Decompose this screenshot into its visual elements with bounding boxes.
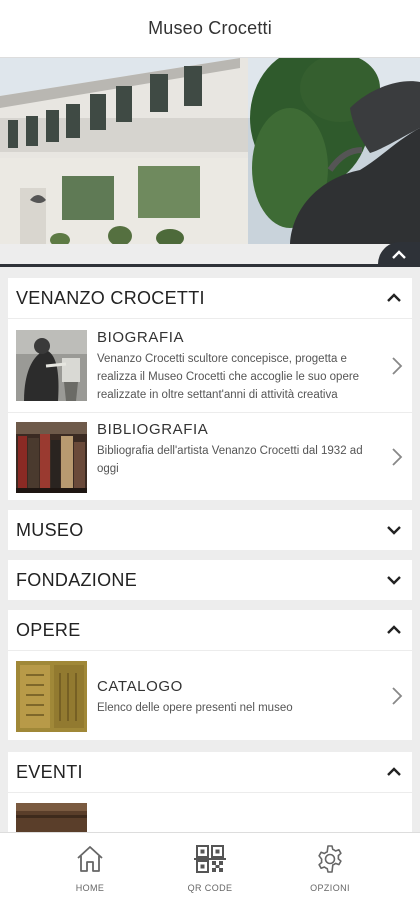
nav-label: QR CODE — [187, 883, 233, 893]
list-item-eventi[interactable] — [8, 792, 412, 832]
section-title: OPERE — [16, 619, 81, 640]
section-title: EVENTI — [16, 761, 83, 782]
bibliografia-text: BIBLIOGRAFIA Bibliografia dell'artista V… — [97, 421, 376, 478]
chevron-up-icon — [387, 625, 401, 634]
section-eventi: EVENTI — [8, 752, 412, 832]
chevron-down-icon — [387, 526, 401, 535]
section-title: FONDAZIONE — [16, 569, 138, 590]
section-header-opere[interactable]: OPERE — [8, 610, 412, 650]
chevron-up-icon — [387, 293, 401, 302]
section-venanzo-crocetti: VENANZO CROCETTI BIOGRAFIA Venanzo Croce… — [8, 278, 412, 500]
app-header: Museo Crocetti — [0, 0, 420, 58]
item-title: BIOGRAFIA — [97, 329, 185, 346]
section-opere: OPERE CATALOGO Elenco delle opere presen… — [8, 610, 412, 740]
content-list[interactable]: VENANZO CROCETTI BIOGRAFIA Venanzo Croce… — [0, 266, 420, 832]
chevron-right-icon — [392, 687, 403, 705]
chevron-up-icon — [392, 249, 406, 259]
section-title: VENANZO CROCETTI — [16, 287, 205, 308]
hero-toggle — [0, 242, 420, 267]
section-header-museo[interactable]: MUSEO — [8, 510, 412, 550]
section-fondazione: FONDAZIONE — [8, 560, 412, 600]
qr-code-icon — [194, 845, 226, 873]
nav-label: HOME — [75, 883, 105, 893]
nav-label: OPZIONI — [310, 883, 350, 893]
section-header-eventi[interactable]: EVENTI — [8, 752, 412, 792]
nav-qr-code[interactable]: QR CODE — [140, 833, 280, 900]
eventi-thumbnail — [16, 803, 87, 832]
catalogo-text: CATALOGO Elenco delle opere presenti nel… — [97, 678, 376, 717]
gear-icon — [318, 845, 342, 873]
hero-collapse-button[interactable] — [378, 242, 420, 267]
item-title: BIBLIOGRAFIA — [97, 421, 209, 438]
item-description: Venanzo Crocetti scultore concepisce, pr… — [97, 353, 360, 401]
item-description: Elenco delle opere presenti nel museo — [97, 702, 293, 714]
item-title: CATALOGO — [97, 678, 183, 695]
nav-options[interactable]: OPZIONI — [260, 833, 400, 900]
bibliografia-thumbnail — [16, 422, 87, 493]
chevron-down-icon — [387, 576, 401, 585]
item-description: Bibliografia dell'artista Venanzo Crocet… — [97, 445, 363, 475]
bottom-navigation: HOME QR CODE OPZIONI — [0, 832, 420, 900]
home-icon — [77, 846, 103, 872]
section-title: MUSEO — [16, 519, 84, 540]
chevron-up-icon — [387, 767, 401, 776]
app-title: Museo Crocetti — [148, 18, 272, 38]
biografia-text: BIOGRAFIA Venanzo Crocetti scultore conc… — [97, 329, 376, 404]
nav-home[interactable]: HOME — [20, 833, 160, 900]
section-museo: MUSEO — [8, 510, 412, 550]
list-item-biografia[interactable]: BIOGRAFIA Venanzo Crocetti scultore conc… — [8, 318, 412, 412]
section-header-fondazione[interactable]: FONDAZIONE — [8, 560, 412, 600]
hero-image — [0, 58, 420, 244]
biografia-thumbnail — [16, 330, 87, 401]
chevron-right-icon — [392, 448, 403, 466]
catalogo-thumbnail — [16, 661, 87, 732]
chevron-right-icon — [392, 357, 403, 375]
list-item-bibliografia[interactable]: BIBLIOGRAFIA Bibliografia dell'artista V… — [8, 412, 412, 500]
list-item-catalogo[interactable]: CATALOGO Elenco delle opere presenti nel… — [8, 650, 412, 740]
section-header-venanzo-crocetti[interactable]: VENANZO CROCETTI — [8, 278, 412, 318]
